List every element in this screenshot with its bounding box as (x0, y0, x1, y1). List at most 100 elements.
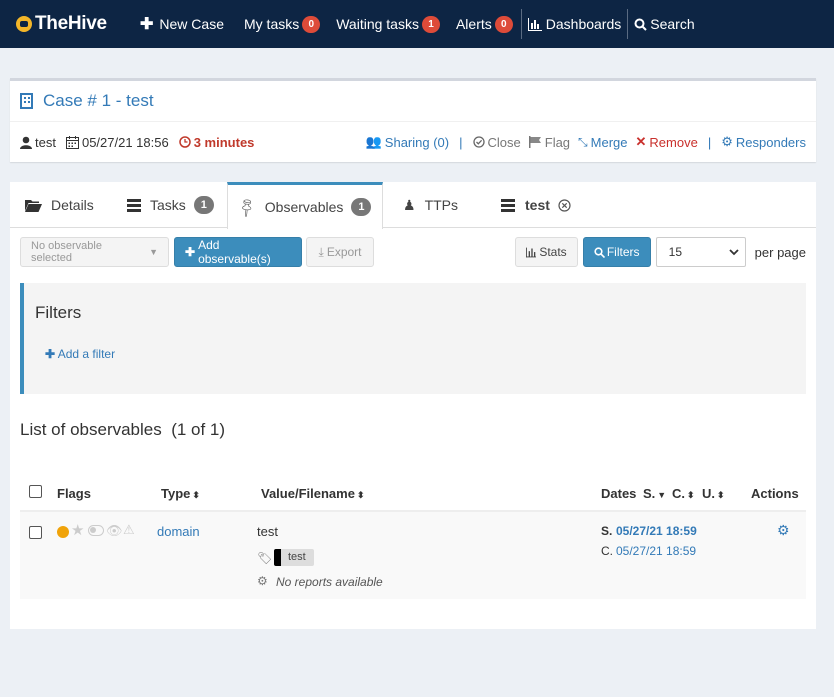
type-header[interactable]: Type ⬍ (161, 486, 200, 501)
selection-dropdown[interactable]: No observable selected ▼ (20, 237, 169, 267)
tab-ttps[interactable]: ♟ TTPs (383, 182, 487, 228)
ioc-icon[interactable]: ⚠︎ (123, 522, 135, 538)
new-case-button[interactable]: ✚ New Case (140, 0, 224, 48)
start-date-value[interactable]: 05/27/21 18:59 (616, 524, 697, 538)
filters-box: Filters ✚ Add a filter (20, 283, 806, 394)
star-icon[interactable]: ★ (71, 521, 84, 539)
observable-value[interactable]: test (257, 524, 278, 539)
waiting-tasks-badge: 1 (421, 15, 440, 33)
selection-label: No observable selected (31, 240, 102, 264)
actions-header: Actions (751, 486, 799, 501)
folder-open-icon (25, 199, 42, 212)
updated-date-sort[interactable]: U. ⬍ (702, 486, 725, 501)
waiting-tasks-label: Waiting tasks (336, 16, 419, 32)
stats-button[interactable]: Stats (514, 237, 578, 267)
eye-icon[interactable]: 👁︎ (106, 523, 123, 539)
filters-button[interactable]: Filters (582, 237, 651, 267)
created-date-value[interactable]: 05/27/21 18:59 (616, 544, 696, 558)
top-navbar: TheHive ✚ New Case My tasks 0 Waiting ta… (0, 0, 834, 48)
tab-tasks[interactable]: Tasks 1 (117, 182, 227, 228)
sharing-label: Sharing (0) (384, 134, 450, 150)
merge-label: Merge (590, 134, 628, 150)
tab-test[interactable]: test (487, 182, 581, 228)
flag-button[interactable]: Flag (528, 134, 571, 150)
case-title-row: Case # 1 - test (10, 81, 816, 122)
add-filter-link[interactable]: ✚ Add a filter (45, 347, 115, 361)
case-header: Case # 1 - test test 05/27/21 18:56 3 mi… (10, 78, 816, 162)
times-icon: ✕ (635, 134, 647, 149)
search-icon (634, 18, 647, 31)
sort-icon: ⬍ (192, 490, 200, 500)
dashboards-link[interactable]: Dashboards (527, 0, 621, 48)
new-case-label: New Case (159, 16, 224, 32)
row-checkbox[interactable] (29, 526, 42, 539)
tlp-amber-icon (57, 526, 69, 538)
waiting-tasks-link[interactable]: Waiting tasks 1 (336, 0, 440, 48)
tab-observables[interactable]: 📌︎ Observables 1 (227, 182, 383, 229)
toggle-icon[interactable] (88, 525, 104, 536)
add-filter-label: Add a filter (57, 347, 116, 361)
tab-tasks-label: Tasks (150, 197, 186, 213)
thumbtack-icon: 📌︎ (234, 194, 259, 219)
c-header-label: C. (672, 486, 685, 501)
case-title: Case # 1 - test (43, 91, 154, 110)
alerts-label: Alerts (455, 16, 492, 32)
close-tab-icon[interactable] (558, 198, 571, 212)
per-page-select[interactable]: 15 (655, 237, 746, 267)
export-button[interactable]: ⤓ Export (306, 237, 374, 267)
caret-down-icon: ▼ (657, 490, 667, 500)
bar-chart-icon (527, 17, 542, 31)
calendar-icon (65, 135, 79, 149)
alerts-link[interactable]: Alerts 0 (456, 0, 513, 48)
observable-type[interactable]: domain (157, 524, 200, 539)
s-header-label: S. (643, 486, 656, 501)
observable-tag: test (274, 549, 314, 566)
case-duration: 3 minutes (178, 135, 254, 150)
sort-icon: ⬍ (687, 490, 695, 500)
case-date: 05/27/21 18:56 (65, 134, 169, 150)
search-link[interactable]: Search (634, 0, 695, 48)
u-header-label: U. (702, 486, 715, 501)
observables-count-badge: 1 (351, 198, 372, 216)
responders-gear-icon[interactable]: ⚙ (777, 522, 790, 539)
merge-button[interactable]: ⤡ Merge (578, 135, 627, 150)
close-case-button[interactable]: Close (472, 135, 521, 150)
responders-label: Responders (735, 134, 806, 150)
flag-icon (528, 136, 541, 148)
list-title: List of observables (1 of 1) (20, 420, 226, 439)
table-row: ★ 👁︎ ⚠︎ domain test 🏷︎ test ⚙ No reports… (20, 512, 806, 599)
select-all-checkbox[interactable] (29, 485, 42, 498)
sort-icon: ⬍ (356, 490, 365, 500)
add-observable-label: Add observable(s) (198, 238, 271, 266)
tasks-icon (501, 198, 515, 212)
observables-panel: Details Tasks 1 📌︎ Observables 1 ♟ TTPs (10, 182, 816, 629)
start-date-sort[interactable]: S. ▼ (643, 486, 666, 501)
export-label: Export (326, 245, 362, 259)
filters-label: Filters (606, 245, 640, 259)
add-observable-button[interactable]: ✚ Add observable(s) (174, 237, 302, 267)
responders-button[interactable]: ⚙ Responders (721, 134, 806, 150)
chevron-down-icon (729, 248, 739, 255)
sharing-button[interactable]: 👥 Sharing (0) (366, 134, 450, 150)
dates-header: Dates (601, 486, 637, 501)
created-date-sort[interactable]: C. ⬍ (672, 486, 695, 501)
brand-name: TheHive (35, 13, 107, 34)
tab-details[interactable]: Details (15, 182, 117, 228)
flag-label: Flag (544, 134, 571, 150)
remove-button[interactable]: ✕ Remove (636, 134, 698, 150)
alerts-badge: 0 (494, 15, 513, 33)
value-header[interactable]: Value/Filename ⬍ (261, 486, 364, 501)
type-header-label: Type (161, 486, 191, 501)
flags-header: Flags (57, 486, 91, 501)
date-value: 05/27/21 18:56 (81, 134, 169, 150)
gear-icon: ⚙ (257, 574, 268, 588)
filters-title: Filters (35, 303, 82, 322)
tasks-icon (127, 198, 141, 212)
observables-toolbar: No observable selected ▼ ✚ Add observabl… (20, 236, 806, 268)
my-tasks-link[interactable]: My tasks 0 (244, 0, 321, 48)
value-header-label: Value/Filename (261, 486, 355, 501)
my-tasks-badge: 0 (302, 15, 321, 33)
owner-name: test (35, 134, 56, 150)
brand[interactable]: TheHive (0, 13, 140, 35)
building-icon (20, 93, 33, 109)
